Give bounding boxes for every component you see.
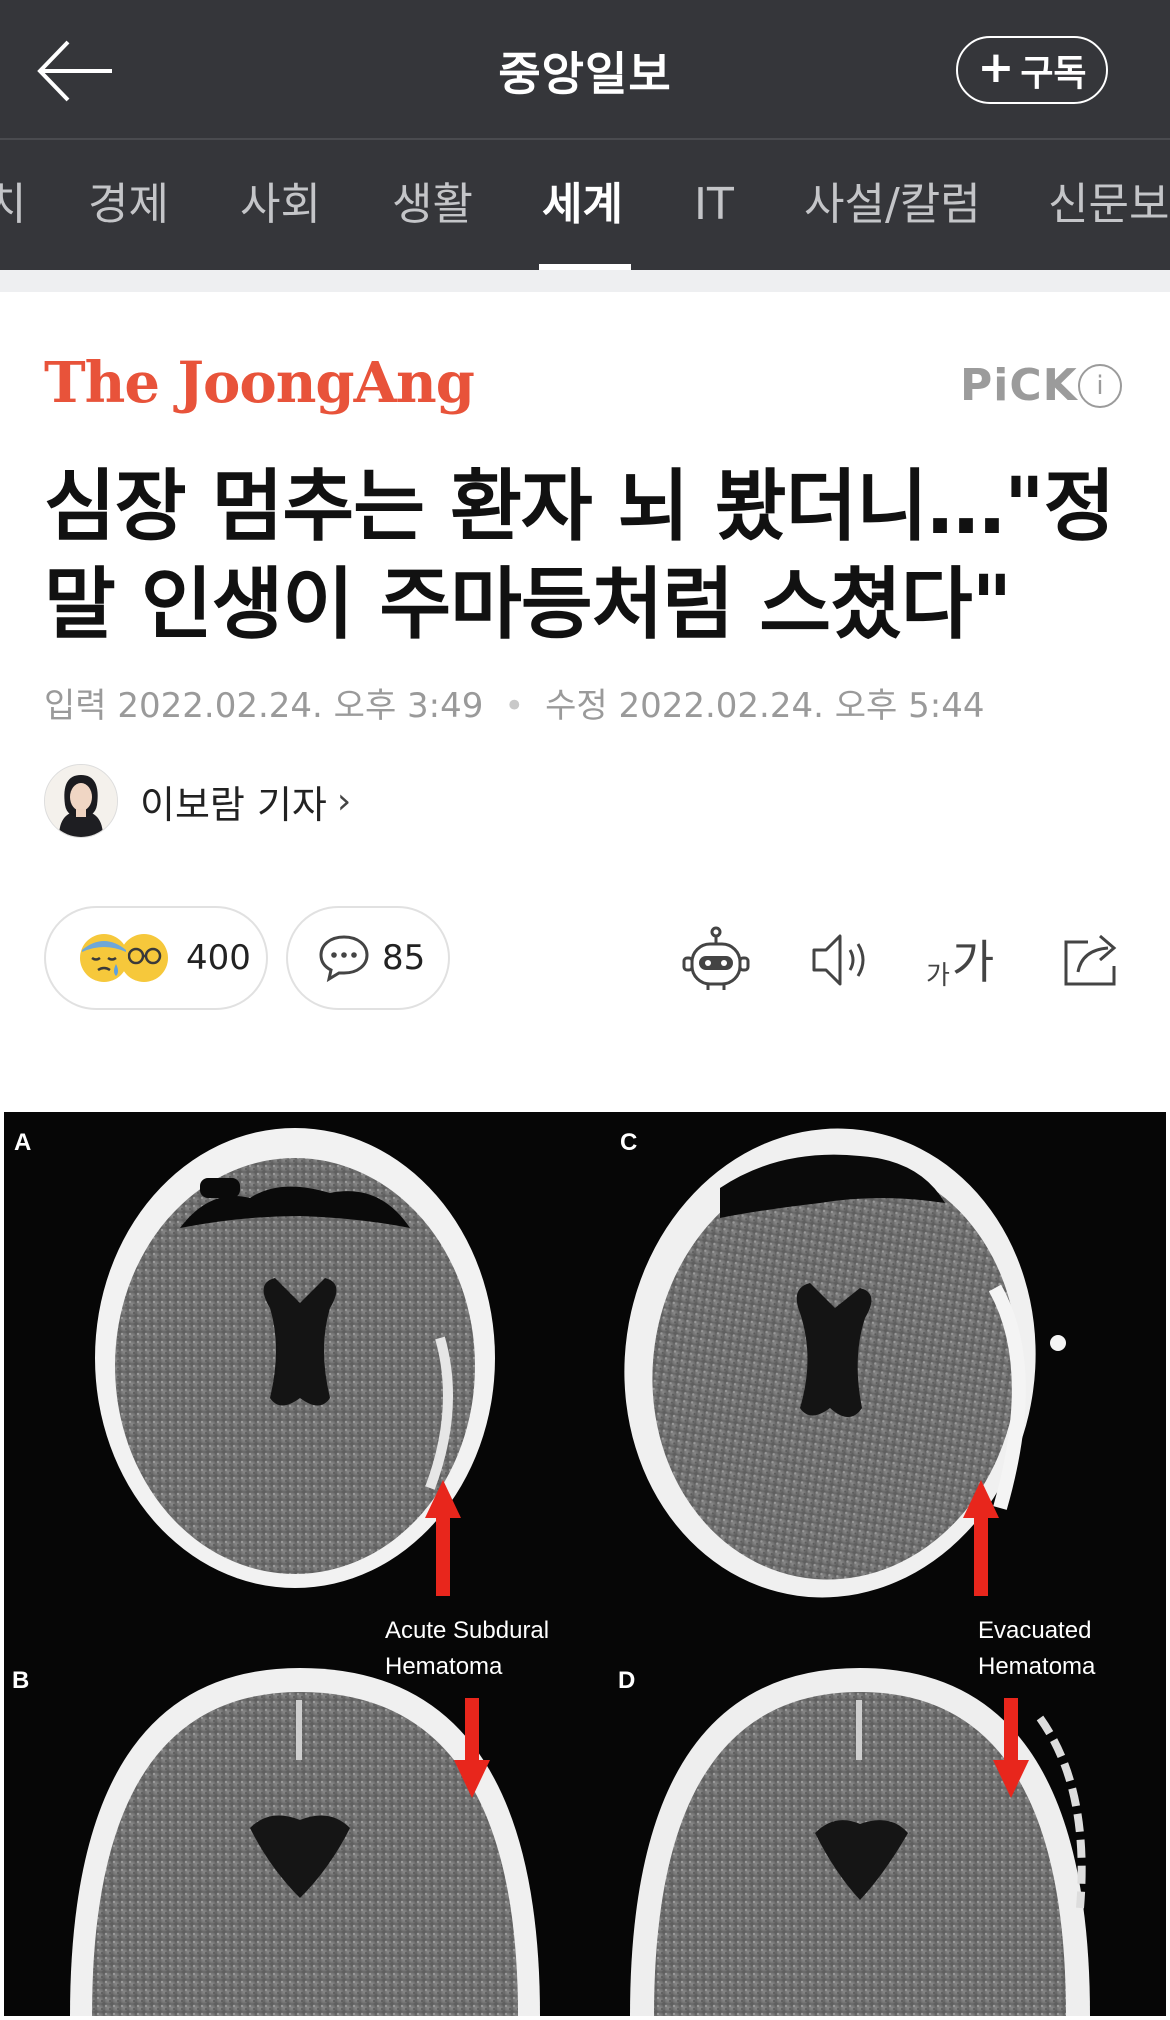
date-separator: • — [504, 686, 525, 726]
comment-count: 85 — [382, 938, 426, 978]
annotation-right-line1: Evacuated — [978, 1617, 1091, 1644]
publisher-logo[interactable]: The JoongAng — [44, 350, 475, 416]
category-nav: 치 경제 사회 생활 세계 IT 사설/칼럼 신문보 — [0, 140, 1170, 270]
panel-label-b: B — [12, 1667, 29, 1694]
plus-icon: + — [977, 42, 1015, 93]
chevron-right-icon: › — [336, 780, 352, 822]
nav-item-world[interactable]: 세계 — [542, 140, 623, 270]
reaction-count: 400 — [186, 938, 251, 978]
article-image-ct-scans[interactable]: A C B D Acute Subdural Hematoma Evacuate… — [0, 1108, 1170, 2016]
headline-line-1: 심장 멈추는 환자 뇌 봤더니…"정 — [44, 462, 1115, 552]
comment-icon — [319, 935, 369, 983]
article-headline: 심장 멈추는 환자 뇌 봤더니…"정 말 인생이 주마등처럼 스쳤다" — [44, 458, 1134, 654]
share-button[interactable] — [1058, 924, 1130, 996]
reaction-button[interactable]: 400 — [44, 906, 268, 1010]
author-name: 이보람 기자 — [140, 782, 327, 827]
font-size-button[interactable]: 가 가 — [926, 928, 994, 992]
subscribe-button[interactable]: + 구독 — [956, 36, 1108, 104]
nav-item-life[interactable]: 생활 — [392, 140, 473, 270]
nav-item-politics[interactable]: 치 — [0, 140, 26, 270]
panel-label-a: A — [14, 1129, 31, 1156]
divider — [0, 270, 1170, 292]
nav-item-it[interactable]: IT — [694, 140, 734, 270]
article-dates: 입력 2022.02.24. 오후 3:49 • 수정 2022.02.24. … — [44, 678, 984, 727]
avatar — [44, 764, 118, 838]
nav-item-economy[interactable]: 경제 — [88, 140, 169, 270]
speaker-icon — [812, 934, 865, 986]
annotation-left-line2: Hematoma — [385, 1653, 503, 1680]
input-date: 2022.02.24. 오후 3:49 — [117, 686, 484, 726]
annotation-right-line2: Hematoma — [978, 1653, 1096, 1680]
info-icon[interactable]: i — [1078, 364, 1122, 408]
panel-label-c: C — [620, 1129, 637, 1156]
author-link[interactable]: 이보람 기자 › — [44, 764, 351, 838]
share-icon — [1064, 934, 1117, 986]
annotation-left-line1: Acute Subdural — [385, 1617, 549, 1644]
text-to-speech-button[interactable] — [806, 924, 878, 996]
comment-button[interactable]: 85 — [286, 906, 450, 1010]
top-bar: 중앙일보 + 구독 — [0, 0, 1170, 140]
headline-line-2: 말 인생이 주마등처럼 스쳤다" — [44, 560, 1012, 650]
reaction-emoji-icon — [80, 934, 168, 982]
panel-label-d: D — [618, 1667, 635, 1694]
pick-badge: PiCK — [960, 360, 1078, 411]
font-size-icon: 가 — [926, 961, 950, 991]
nav-item-newspaper[interactable]: 신문보 — [1048, 140, 1169, 270]
ct-scan-figure: A C B D Acute Subdural Hematoma Evacuate… — [0, 1108, 1170, 2016]
subscribe-label: 구독 — [1020, 53, 1087, 94]
nav-item-opinion[interactable]: 사설/칼럼 — [804, 140, 981, 270]
modified-date: 2022.02.24. 오후 5:44 — [618, 686, 985, 726]
robot-icon — [682, 926, 750, 990]
modified-label: 수정 — [545, 686, 608, 726]
summary-bot-button[interactable] — [680, 924, 752, 996]
input-label: 입력 — [44, 686, 107, 726]
nav-item-society[interactable]: 사회 — [240, 140, 321, 270]
